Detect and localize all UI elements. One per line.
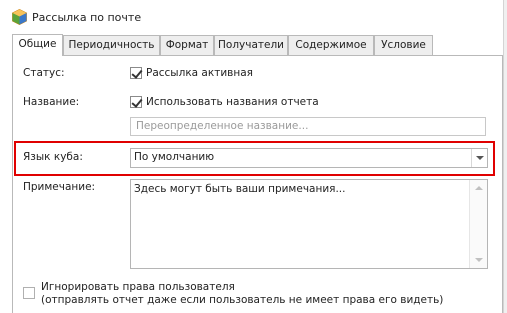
status-active-checkbox-label[interactable]: Рассылка активная [146, 67, 253, 79]
app-icon [12, 9, 27, 25]
name-override-placeholder: Переопределенное название... [136, 120, 309, 132]
title-bar: Рассылка по почте [0, 0, 507, 32]
tab-periodicity[interactable]: Периодичность [63, 35, 160, 55]
tab-recipients[interactable]: Получатели [214, 35, 288, 55]
status-label: Статус: [23, 67, 65, 79]
use-report-name-checkbox-label[interactable]: Использовать названия отчета [146, 96, 319, 108]
note-textarea[interactable]: Здесь могут быть ваши примечания... [130, 179, 488, 269]
scroll-up-icon[interactable] [475, 186, 483, 190]
scroll-down-icon[interactable] [475, 258, 483, 262]
note-scrollbar[interactable] [469, 180, 487, 268]
tab-condition[interactable]: Условие [374, 35, 433, 55]
name-override-input: Переопределенное название... [130, 117, 486, 136]
name-label: Название: [23, 96, 80, 108]
cube-language-combobox[interactable]: По умолчанию [130, 148, 488, 168]
note-label: Примечание: [23, 181, 96, 193]
mail-distribution-window: Рассылка по почте Общие Периодичность Фо… [0, 0, 507, 313]
use-report-name-checkbox[interactable] [130, 96, 142, 108]
status-active-checkbox[interactable] [130, 67, 142, 79]
cube-language-value: По умолчанию [134, 151, 215, 163]
window-title: Рассылка по почте [32, 11, 142, 24]
window-right-edge [503, 0, 507, 313]
cube-language-label: Язык куба: [23, 151, 83, 163]
ignore-rights-label-line2[interactable]: (отправлять отчет даже если пользователь… [41, 294, 443, 306]
note-text: Здесь могут быть ваши примечания... [134, 183, 346, 195]
tab-general[interactable]: Общие [12, 34, 63, 56]
tab-content[interactable]: Содержимое [288, 35, 374, 55]
ignore-rights-label-line1[interactable]: Игнорировать права пользователя [41, 281, 235, 293]
ignore-rights-checkbox[interactable] [23, 287, 35, 299]
tab-format[interactable]: Формат [160, 35, 214, 55]
chevron-down-icon[interactable] [471, 149, 487, 167]
